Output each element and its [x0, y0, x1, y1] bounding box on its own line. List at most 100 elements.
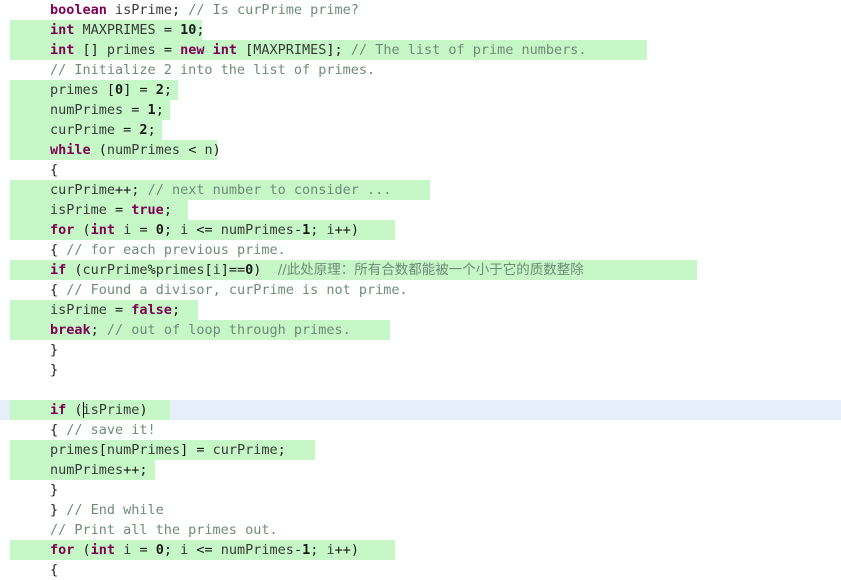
code-token-kw: if — [50, 402, 67, 418]
code-line[interactable]: { — [0, 560, 841, 580]
code-line[interactable]: } — [0, 360, 841, 380]
code-token-cmt: // save it! — [66, 422, 156, 438]
code-token-kw: while — [50, 142, 91, 158]
code-token-pun: [] — [74, 42, 107, 58]
code-lines-container[interactable]: boolean isPrime; // Is curPrime prime? in… — [0, 0, 841, 580]
code-line[interactable]: { // for each previous prime. — [0, 240, 841, 260]
code-line[interactable]: if (isPrime) — [0, 400, 841, 420]
code-token-id: numPrimes — [50, 102, 124, 118]
code-token-num: 10 — [180, 22, 197, 38]
code-token-pun: ( — [74, 222, 91, 238]
code-token-pun: = — [155, 42, 181, 58]
code-token-pun: ; — [163, 542, 181, 558]
code-line[interactable]: int [] primes = new int [MAXPRIMES]; // … — [0, 40, 841, 60]
code-token-pun: ; — [171, 2, 181, 18]
code-line[interactable]: // Initialize 2 into the list of primes. — [0, 60, 841, 80]
code-token-kw: int — [212, 42, 237, 58]
code-token-kw: boolean — [50, 2, 107, 18]
code-token-pun: % — [147, 262, 156, 278]
code-token-pun — [172, 22, 180, 38]
code-line[interactable]: isPrime = false; — [0, 300, 841, 320]
code-token-id: i — [326, 542, 335, 558]
code-token-pun: ; — [310, 222, 327, 238]
code-token-pun: ] = — [180, 442, 213, 458]
code-token-pun: ++) — [334, 222, 360, 238]
code-token-pun: ( — [90, 142, 107, 158]
code-token-pun: ; — [277, 442, 286, 458]
code-line-text: int [] primes = new int [MAXPRIMES]; // … — [50, 42, 587, 58]
code-token-num: 2 — [139, 122, 148, 138]
code-token-cmt: // Print all the primes out. — [50, 522, 278, 538]
code-token-pun: ]; — [326, 42, 343, 58]
code-line[interactable]: for (int i = 0; i <= numPrimes-1; i++) — [0, 220, 841, 240]
text-caret — [83, 402, 84, 418]
code-editor-viewport[interactable]: boolean isPrime; // Is curPrime prime? in… — [0, 0, 841, 578]
code-token-cmt: // Initialize 2 into the list of primes. — [50, 62, 376, 78]
code-line[interactable]: isPrime = true; — [0, 200, 841, 220]
code-line-text: numPrimes = 1; — [50, 102, 164, 118]
code-token-id: isPrime — [115, 2, 172, 18]
code-token-pun — [115, 542, 123, 558]
code-line-text: if (isPrime) — [50, 402, 148, 418]
code-token-id: numPrimes — [106, 142, 181, 158]
code-token-pun — [261, 262, 277, 278]
code-token-pun: ; — [90, 322, 99, 338]
code-line[interactable]: int MAXPRIMES = 10; — [0, 20, 841, 40]
code-token-pun: ; — [147, 122, 156, 138]
code-line-text: { // save it! — [50, 422, 156, 438]
code-line[interactable]: break; // out of loop through primes. — [0, 320, 841, 340]
code-token-id: isPrime — [50, 302, 107, 318]
code-token-kw: int — [90, 542, 116, 558]
code-line[interactable]: primes [0] = 2; — [0, 80, 841, 100]
code-line[interactable]: numPrimes = 1; — [0, 100, 841, 120]
code-token-id: primes — [50, 82, 99, 98]
code-token-num: 0 — [155, 542, 164, 558]
code-line-text: curPrime++; // next number to consider .… — [50, 182, 391, 198]
code-line[interactable]: } — [0, 480, 841, 500]
code-token-kw: break — [50, 322, 91, 338]
code-token-pun: ) — [212, 142, 221, 158]
code-token-id: numPrimes — [220, 542, 294, 558]
code-token-pun: ( — [66, 262, 83, 278]
code-line[interactable]: curPrime = 2; — [0, 120, 841, 140]
code-token-pun: } — [50, 482, 59, 498]
code-line[interactable]: primes[numPrimes] = curPrime; — [0, 440, 841, 460]
code-token-pun: ++; — [123, 462, 148, 478]
code-line-text: } — [50, 342, 58, 358]
code-token-pun: = — [106, 302, 132, 318]
code-line-text: boolean isPrime; // Is curPrime prime? — [50, 2, 359, 18]
code-line[interactable]: } — [0, 340, 841, 360]
code-line[interactable]: boolean isPrime; // Is curPrime prime? — [0, 0, 841, 20]
code-token-pun: ; — [163, 202, 172, 218]
code-line[interactable]: numPrimes++; — [0, 460, 841, 480]
code-line[interactable]: // Print all the primes out. — [0, 520, 841, 540]
code-line-text: curPrime = 2; — [50, 122, 156, 138]
code-token-num: 1 — [302, 542, 311, 558]
code-line[interactable]: if (curPrime%primes[i]==0) //此处原理：所有合数都能… — [0, 260, 841, 280]
code-token-cmt: // The list of prime numbers. — [350, 42, 587, 58]
code-token-pun: } — [50, 362, 59, 378]
code-line[interactable] — [0, 380, 841, 400]
code-line[interactable]: { — [0, 160, 841, 180]
code-token-pun: - — [293, 542, 303, 558]
code-token-pun: ; — [310, 542, 327, 558]
code-token-id: primes — [155, 262, 205, 278]
code-line-text: } // End while — [50, 502, 164, 518]
code-line-text: isPrime = false; — [50, 302, 180, 318]
code-line[interactable]: for (int i = 0; i <= numPrimes-1; i++) — [0, 540, 841, 560]
code-line[interactable]: { // Found a divisor, curPrime is not pr… — [0, 280, 841, 300]
code-line-text: primes [0] = 2; — [50, 82, 172, 98]
code-line[interactable]: { // save it! — [0, 420, 841, 440]
code-token-id: numPrimes — [220, 222, 294, 238]
code-token-kw: if — [50, 262, 67, 278]
code-line[interactable]: curPrime++; // next number to consider .… — [0, 180, 841, 200]
code-token-cmt: // for each previous prime. — [66, 242, 286, 258]
code-line[interactable]: } // End while — [0, 500, 841, 520]
code-line[interactable]: while (numPrimes < n) — [0, 140, 841, 160]
code-token-num: 0 — [155, 222, 164, 238]
code-token-num: 0 — [115, 82, 124, 98]
code-token-pun: = — [131, 222, 156, 238]
code-line-text: { // Found a divisor, curPrime is not pr… — [50, 282, 408, 298]
code-token-id: curPrime — [50, 122, 116, 138]
code-line-text: { // for each previous prime. — [50, 242, 286, 258]
